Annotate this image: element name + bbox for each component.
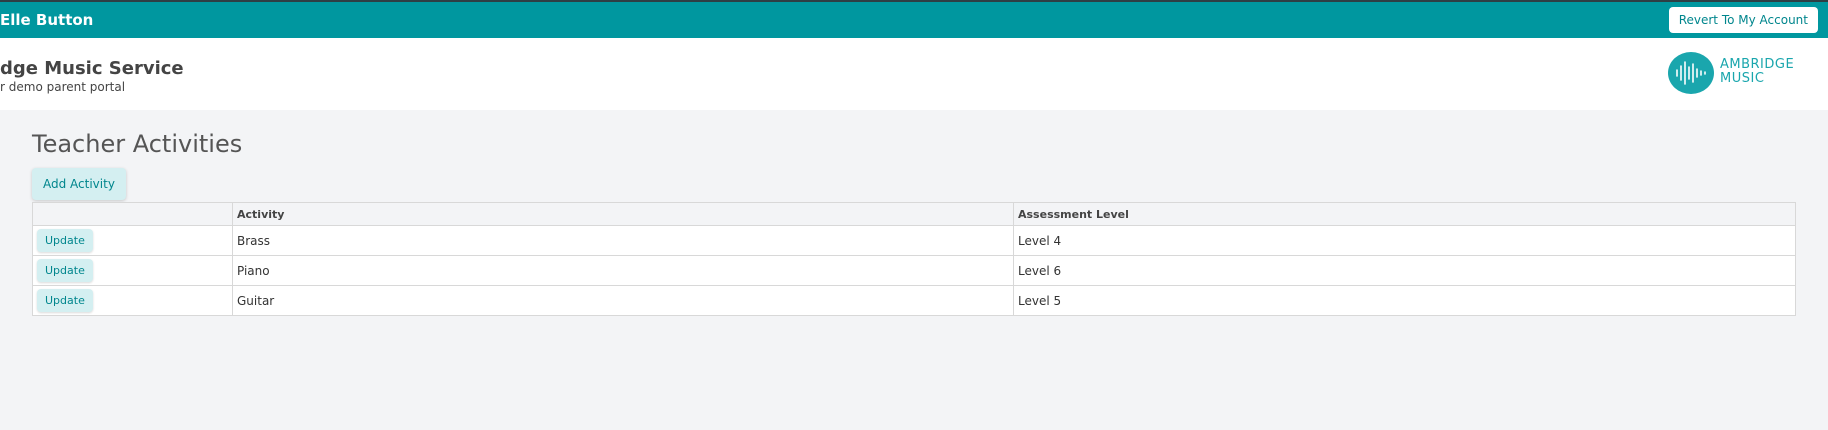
- action-cell: Update: [32, 285, 233, 316]
- soundwave-icon: [1668, 52, 1714, 94]
- assessment-level-cell: Level 5: [1013, 285, 1796, 316]
- column-header-assessment-level: Assessment Level: [1013, 202, 1796, 226]
- service-title: dge Music Service: [0, 58, 184, 79]
- ambridge-music-logo[interactable]: AMBRIDGE MUSIC: [1668, 52, 1813, 96]
- service-subtitle: r demo parent portal: [0, 80, 126, 94]
- activity-cell: Guitar: [232, 285, 1014, 316]
- activities-table: Activity Assessment Level Update Brass L…: [32, 202, 1796, 316]
- action-cell: Update: [32, 255, 233, 286]
- assessment-level-cell: Level 6: [1013, 255, 1796, 286]
- assessment-level-cell: Level 4: [1013, 225, 1796, 256]
- activity-cell: Piano: [232, 255, 1014, 286]
- table-row: Update Brass Level 4: [32, 225, 1796, 256]
- update-button[interactable]: Update: [37, 289, 93, 312]
- action-cell: Update: [32, 225, 233, 256]
- column-header-actions: [32, 202, 233, 226]
- update-button[interactable]: Update: [37, 259, 93, 282]
- impersonated-user-name: Elle Button: [0, 11, 94, 29]
- site-header: dge Music Service r demo parent portal A…: [0, 38, 1828, 110]
- logo-text-line1: AMBRIDGE: [1720, 57, 1795, 72]
- table-row: Update Guitar Level 5: [32, 285, 1796, 316]
- update-button[interactable]: Update: [37, 229, 93, 252]
- table-row: Update Piano Level 6: [32, 255, 1796, 286]
- top-bar: Elle Button Revert To My Account: [0, 0, 1828, 38]
- page-title: Teacher Activities: [32, 130, 243, 158]
- column-header-activity: Activity: [232, 202, 1014, 226]
- revert-to-my-account-button[interactable]: Revert To My Account: [1668, 7, 1818, 33]
- table-header-row: Activity Assessment Level: [32, 202, 1796, 226]
- add-activity-button[interactable]: Add Activity: [32, 168, 126, 200]
- logo-text-line2: MUSIC: [1720, 71, 1765, 86]
- activity-cell: Brass: [232, 225, 1014, 256]
